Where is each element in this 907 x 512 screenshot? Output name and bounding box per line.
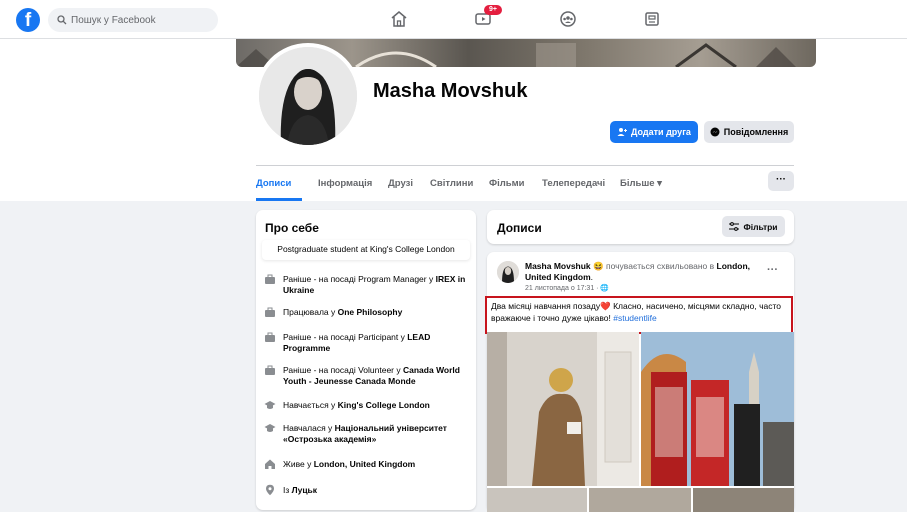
intro-bio: Postgraduate student at King's College L… <box>262 240 470 260</box>
profile-name: Masha Movshuk <box>373 80 528 102</box>
profile-avatar[interactable] <box>255 43 361 149</box>
tab-photos[interactable]: Світлини <box>430 178 473 189</box>
work-icon <box>265 307 275 317</box>
intro-item-home: Живе у London, United Kingdom <box>264 459 469 470</box>
intro-item-prefix: Із <box>283 485 292 495</box>
post-text-part1: Два місяці навчання позаду <box>491 301 601 311</box>
person-portrait-graphic <box>259 47 357 145</box>
education-icon <box>264 424 276 432</box>
post-header: Masha Movshuk 😆 почувається схвильовано … <box>525 261 760 283</box>
profile-tabs: Дописи Інформація Друзі Світлини Фільми … <box>256 166 794 201</box>
messenger-icon <box>710 127 720 137</box>
red-phone-booths-graphic <box>641 332 794 486</box>
home-icon[interactable] <box>390 10 408 28</box>
search-box[interactable] <box>48 8 218 32</box>
post-more-options-icon[interactable]: ··· <box>767 264 778 276</box>
mirror-selfie-graphic <box>487 332 639 486</box>
intro-item-prefix: Працювала у <box>283 307 338 317</box>
work-icon <box>265 332 275 342</box>
message-button[interactable]: Повідомлення <box>704 121 794 143</box>
post-photo-mirror-selfie[interactable] <box>487 332 639 486</box>
profile-photo <box>259 47 357 145</box>
post-hashtag-link[interactable]: #studentlife <box>613 313 656 323</box>
intro-item-link[interactable]: One Philosophy <box>338 307 403 317</box>
add-friend-button[interactable]: Додати друга <box>610 121 698 143</box>
post-card: Masha Movshuk 😆 почувається схвильовано … <box>485 252 794 512</box>
add-friend-label: Додати друга <box>631 127 691 137</box>
tab-movies[interactable]: Фільми <box>489 178 525 189</box>
facebook-logo-icon[interactable]: f <box>16 8 40 32</box>
tab-tv-shows[interactable]: Телепередачі <box>542 178 605 189</box>
heart-emoji-icon: ❤️ <box>600 301 611 311</box>
education-icon <box>264 401 276 409</box>
intro-item-education: Навчається у King's College London <box>264 400 469 411</box>
filters-button[interactable]: Фільтри <box>722 216 785 237</box>
intro-item-work: Працювала у One Philosophy <box>264 307 469 318</box>
post-text-highlighted: Два місяці навчання позаду❤️ Класно, нас… <box>485 296 793 334</box>
location-icon <box>266 484 274 496</box>
post-author-photo <box>497 261 519 283</box>
intro-item-education: Навчалася у Національний університет «Ос… <box>264 423 469 445</box>
post-author-avatar[interactable] <box>497 261 519 283</box>
post-photo-5[interactable] <box>693 488 794 512</box>
intro-item-prefix: Раніше - на посаді Participant у <box>283 332 408 342</box>
intro-item-prefix: Навчалася у <box>283 423 335 433</box>
post-place-suffix: . <box>590 272 594 282</box>
more-options-button[interactable]: ··· <box>768 171 794 191</box>
feeling-emoji-icon: 😆 <box>593 261 604 271</box>
gaming-icon[interactable] <box>643 10 661 28</box>
tab-about[interactable]: Інформація <box>318 178 372 189</box>
intro-item-prefix: Раніше - на посаді Volunteer у <box>283 365 403 375</box>
work-icon <box>265 274 275 284</box>
active-tab-indicator <box>256 198 302 201</box>
intro-item-work: Раніше - на посаді Program Manager у IRE… <box>264 274 469 296</box>
search-icon <box>57 15 67 25</box>
intro-item-prefix: Живе у <box>283 459 314 469</box>
intro-item-link[interactable]: Луцьк <box>292 485 317 495</box>
intro-item-work: Раніше - на посаді Participant у LEAD Pr… <box>264 332 469 354</box>
work-icon <box>265 365 275 375</box>
filter-sliders-icon <box>729 222 740 231</box>
tab-more[interactable]: Більше ▾ <box>620 178 662 189</box>
search-input[interactable] <box>71 14 211 26</box>
filters-label: Фільтри <box>743 221 778 232</box>
post-photo-4[interactable] <box>589 488 691 512</box>
post-date[interactable]: 21 листопада о 17:31 · 🌐 <box>525 284 609 292</box>
intro-item-location: Із Луцьк <box>264 484 469 496</box>
tab-posts[interactable]: Дописи <box>256 178 291 189</box>
top-navigation-bar: f 9+ <box>0 0 907 39</box>
intro-title: Про себе <box>265 221 319 235</box>
posts-title: Дописи <box>497 221 542 235</box>
post-author-name[interactable]: Masha Movshuk <box>525 261 591 271</box>
home-icon <box>265 459 275 469</box>
notification-badge: 9+ <box>484 5 502 15</box>
intro-item-prefix: Раніше - на посаді Program Manager у <box>283 274 436 284</box>
post-photo-3[interactable] <box>487 488 587 512</box>
add-friend-icon <box>617 128 628 136</box>
message-label: Повідомлення <box>723 127 789 137</box>
groups-icon[interactable] <box>559 10 577 28</box>
post-feeling-text: почувається схвильовано в <box>603 261 717 271</box>
intro-item-work: Раніше - на посаді Volunteer у Canada Wo… <box>264 365 469 387</box>
intro-item-link[interactable]: London, United Kingdom <box>314 459 416 469</box>
posts-header-card: Дописи Фільтри <box>487 210 794 244</box>
tab-friends[interactable]: Друзі <box>388 178 413 189</box>
post-photo-phone-booths[interactable] <box>641 332 794 486</box>
intro-card: Про себе Postgraduate student at King's … <box>256 210 476 510</box>
intro-item-prefix: Навчається у <box>283 400 338 410</box>
intro-item-link[interactable]: King's College London <box>338 400 430 410</box>
